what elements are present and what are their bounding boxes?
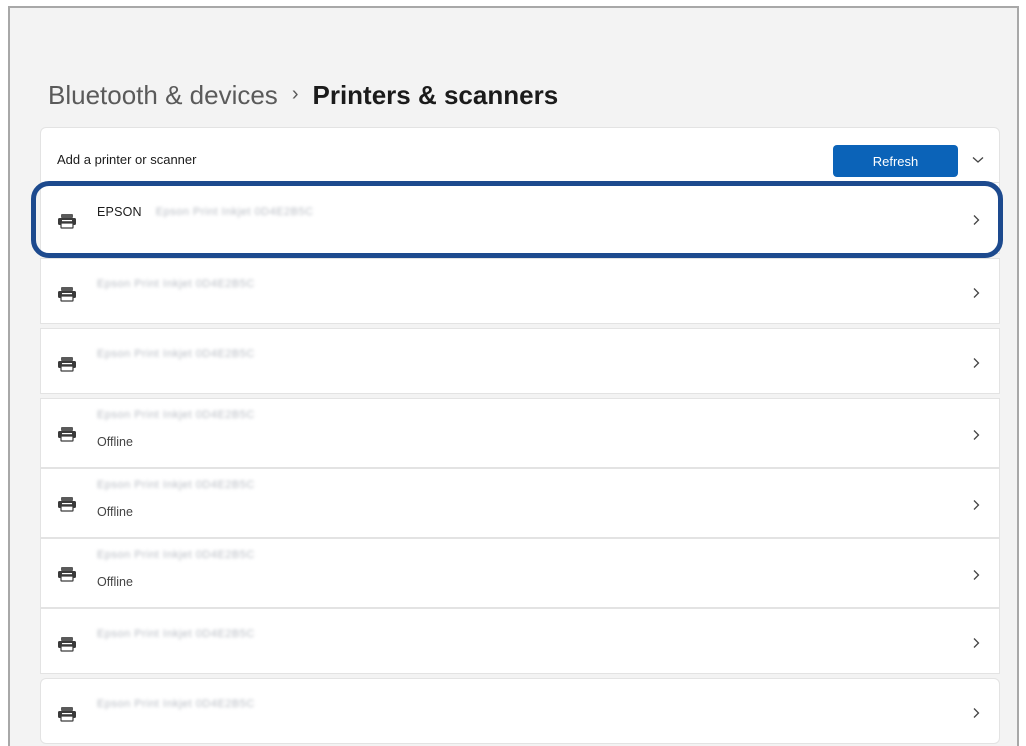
chevron-right-icon[interactable] [969,286,983,300]
printer-name-line: Epson Print Inkjet 0D4E2B5C [97,278,255,290]
chevron-right-icon[interactable] [969,636,983,650]
breadcrumb-separator: › [291,82,299,105]
printer-icon [57,496,77,512]
printer-name: Epson Print Inkjet 0D4E2B5C [97,348,255,360]
printer-icon [57,636,77,652]
chevron-right-icon[interactable] [969,428,983,442]
printer-name-line: Epson Print Inkjet 0D4E2B5C [97,479,255,491]
chevron-right-icon[interactable] [969,498,983,512]
printer-icon [57,286,77,302]
printer-name: Epson Print Inkjet 0D4E2B5C [155,206,314,218]
printer-icon [57,356,77,372]
printer-status: Offline [97,435,133,449]
printer-name-line: EPSON Epson Print Inkjet 0D4E2B5C [97,205,314,219]
printer-row-2[interactable]: Epson Print Inkjet 0D4E2B5C [40,258,1000,324]
printer-name: Epson Print Inkjet 0D4E2B5C [97,409,255,421]
printer-name: Epson Print Inkjet 0D4E2B5C [97,549,255,561]
printer-name-line: Epson Print Inkjet 0D4E2B5C [97,628,255,640]
printer-row-6[interactable]: Epson Print Inkjet 0D4E2B5C Offline [40,538,1000,608]
printer-name-line: Epson Print Inkjet 0D4E2B5C [97,409,255,421]
printer-row-3[interactable]: Epson Print Inkjet 0D4E2B5C [40,328,1000,394]
refresh-button[interactable]: Refresh [833,145,958,177]
printer-name-line: Epson Print Inkjet 0D4E2B5C [97,698,255,710]
chevron-down-icon[interactable] [968,150,988,170]
printer-icon [57,706,77,722]
printer-row-4[interactable]: Epson Print Inkjet 0D4E2B5C Offline [40,398,1000,468]
printer-row-1[interactable]: EPSON Epson Print Inkjet 0D4E2B5C [40,182,1000,254]
printer-name: Epson Print Inkjet 0D4E2B5C [97,698,255,710]
chevron-right-icon[interactable] [969,213,983,227]
printer-name: Epson Print Inkjet 0D4E2B5C [97,278,255,290]
printer-row-7[interactable]: Epson Print Inkjet 0D4E2B5C [40,608,1000,674]
chevron-right-icon[interactable] [969,356,983,370]
printer-name: Epson Print Inkjet 0D4E2B5C [97,479,255,491]
breadcrumb-bluetooth-devices[interactable]: Bluetooth & devices [48,80,278,111]
printer-name-line: Epson Print Inkjet 0D4E2B5C [97,348,255,360]
settings-window: Bluetooth & devices › Printers & scanner… [8,6,1019,746]
printer-brand: EPSON [97,205,142,219]
page-title: Printers & scanners [312,79,559,110]
printer-row-8[interactable]: Epson Print Inkjet 0D4E2B5C [40,678,1000,744]
printer-status: Offline [97,575,133,589]
chevron-right-icon[interactable] [969,706,983,720]
printer-row-5[interactable]: Epson Print Inkjet 0D4E2B5C Offline [40,468,1000,538]
printer-status: Offline [97,505,133,519]
breadcrumb: Bluetooth & devices › Printers & scanner… [48,78,558,112]
printer-name: Epson Print Inkjet 0D4E2B5C [97,628,255,640]
printer-icon [57,426,77,442]
printer-icon [57,566,77,582]
add-printer-label: Add a printer or scanner [57,152,197,167]
chevron-right-icon[interactable] [969,568,983,582]
printer-icon [57,213,77,229]
printer-name-line: Epson Print Inkjet 0D4E2B5C [97,549,255,561]
